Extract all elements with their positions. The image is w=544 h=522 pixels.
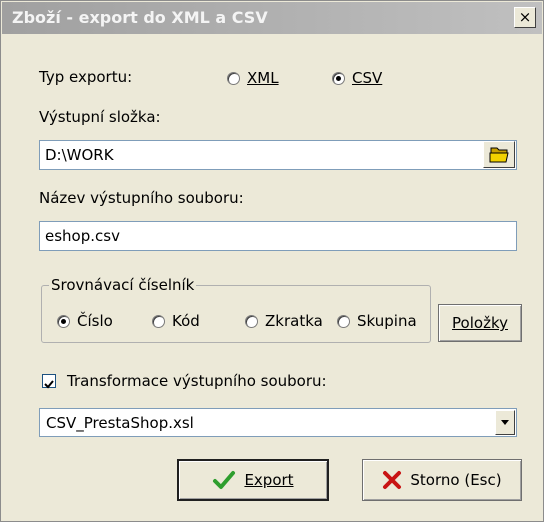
cancel-button-label: Storno (Esc) [410,471,502,489]
radio-zkratka-label: Zkratka [265,312,323,330]
radio-xml[interactable]: XML [227,69,279,87]
dropdown-arrow-button[interactable] [495,410,515,435]
checkmark-small-icon [44,380,54,389]
radio-cislo[interactable]: Číslo [57,312,113,330]
output-file-value: eshop.csv [45,227,120,245]
output-folder-value: D:\WORK [45,146,114,164]
close-button[interactable]: × [514,7,536,28]
export-button[interactable]: Export [177,459,329,501]
radio-skupina-indicator [337,314,350,328]
radio-kod-label: Kód [172,312,200,330]
comparison-group-title: Srovnávací číselník [49,276,197,294]
transform-select[interactable]: CSV_PrestaShop.xsl [39,408,517,437]
output-folder-label: Výstupní složka: [39,108,161,126]
cancel-button[interactable]: Storno (Esc) [362,459,522,501]
export-dialog: Zboží - export do XML a CSV × Typ export… [0,0,544,522]
radio-zkratka[interactable]: Zkratka [245,312,323,330]
radio-xml-indicator [227,71,240,85]
radio-skupina[interactable]: Skupina [337,312,417,330]
transform-checkbox[interactable] [42,374,56,389]
cross-icon [383,471,402,489]
output-folder-input[interactable]: D:\WORK [39,140,517,170]
close-icon: × [518,8,532,26]
export-type-label: Typ exportu: [39,68,133,86]
transform-label: Transformace výstupního souboru: [67,372,327,390]
items-button-label: Položky [452,314,508,332]
radio-csv-label: CSV [352,69,383,87]
chevron-down-icon [501,420,509,425]
export-button-label: Export [244,471,294,489]
radio-zkratka-indicator [245,314,258,328]
radio-cislo-indicator [57,314,70,328]
transform-select-value: CSV_PrestaShop.xsl [46,414,194,432]
radio-skupina-label: Skupina [357,312,417,330]
radio-kod[interactable]: Kód [152,312,200,330]
radio-kod-indicator [152,314,165,328]
output-file-label: Název výstupního souboru: [39,189,244,207]
window-title: Zboží - export do XML a CSV [12,8,268,27]
title-bar[interactable]: Zboží - export do XML a CSV × [2,2,542,34]
radio-csv[interactable]: CSV [332,69,382,87]
radio-xml-label: XML [247,69,279,87]
radio-cislo-label: Číslo [77,312,113,330]
browse-folder-button[interactable] [483,141,515,168]
radio-csv-indicator [332,71,345,85]
folder-open-icon [489,147,509,163]
items-button[interactable]: Položky [438,304,522,342]
checkmark-icon [213,471,236,489]
output-file-input[interactable]: eshop.csv [39,221,517,251]
